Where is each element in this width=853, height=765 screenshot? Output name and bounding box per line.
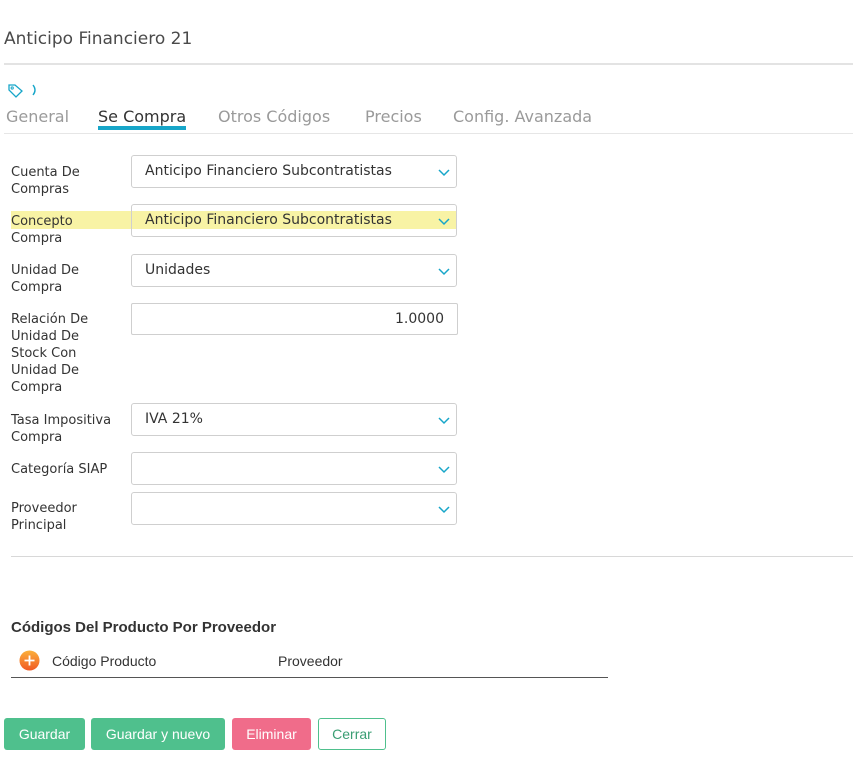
categoria-siap-label: Categoría SIAP — [11, 462, 108, 477]
chevron-down-icon — [438, 218, 450, 226]
close-button[interactable]: Cerrar — [318, 718, 386, 750]
chevron-down-icon — [438, 169, 450, 177]
supplier-codes-title: Códigos Del Producto Por Proveedor — [11, 619, 277, 636]
cuenta-compras-value: Anticipo Financiero Subcontratistas — [145, 163, 392, 179]
relacion-unidad-label: Relación De Unidad De Stock Con Unidad D… — [11, 312, 89, 395]
tag-icon[interactable] — [6, 82, 24, 98]
concepto-compra-select[interactable]: Anticipo Financiero Subcontratistas — [131, 204, 457, 237]
cuenta-compras-select[interactable]: Anticipo Financiero Subcontratistas — [131, 155, 457, 188]
concepto-compra-label: Concepto Compra — [11, 214, 73, 246]
proveedor-principal-select[interactable] — [131, 492, 457, 525]
relacion-unidad-value: 1.0000 — [395, 311, 444, 327]
tab-bar: General Se Compra Otros Códigos Precios … — [0, 107, 853, 134]
delete-button[interactable]: Eliminar — [232, 718, 311, 750]
unidad-compra-label: Unidad De Compra — [11, 263, 79, 295]
relacion-unidad-input[interactable]: 1.0000 — [131, 303, 458, 335]
tasa-impositiva-value: IVA 21% — [145, 411, 203, 427]
tab-se-compra[interactable]: Se Compra — [98, 107, 187, 130]
save-and-new-button[interactable]: Guardar y nuevo — [91, 718, 225, 750]
tab-otros-codigos[interactable]: Otros Códigos — [218, 107, 330, 130]
tabs-divider — [4, 133, 853, 134]
plus-circle-icon[interactable] — [19, 650, 40, 671]
chevron-down-icon — [438, 417, 450, 425]
proveedor-principal-label: Proveedor Principal — [11, 501, 77, 533]
table-header-divider — [11, 677, 608, 678]
column-header-proveedor: Proveedor — [278, 653, 343, 669]
tasa-impositiva-label: Tasa Impositiva Compra — [11, 413, 112, 445]
concepto-compra-value: Anticipo Financiero Subcontratistas — [145, 212, 392, 228]
page-title: Anticipo Financiero 21 — [4, 29, 193, 49]
tab-config-avanzada[interactable]: Config. Avanzada — [453, 107, 592, 130]
title-divider — [4, 63, 853, 65]
cuenta-compras-label: Cuenta De Compras — [11, 165, 80, 197]
chevron-down-icon — [438, 268, 450, 276]
categoria-siap-select[interactable] — [131, 452, 457, 485]
tab-general[interactable]: General — [6, 107, 69, 130]
chevron-right-icon[interactable] — [30, 82, 40, 98]
tasa-impositiva-select[interactable]: IVA 21% — [131, 403, 457, 436]
chevron-down-icon — [438, 466, 450, 474]
section-divider — [11, 556, 853, 557]
tab-precios[interactable]: Precios — [365, 107, 422, 130]
unidad-compra-value: Unidades — [145, 262, 211, 278]
save-button[interactable]: Guardar — [4, 718, 85, 750]
column-header-codigo: Código Producto — [52, 653, 157, 669]
chevron-down-icon — [438, 506, 450, 514]
unidad-compra-select[interactable]: Unidades — [131, 254, 457, 287]
